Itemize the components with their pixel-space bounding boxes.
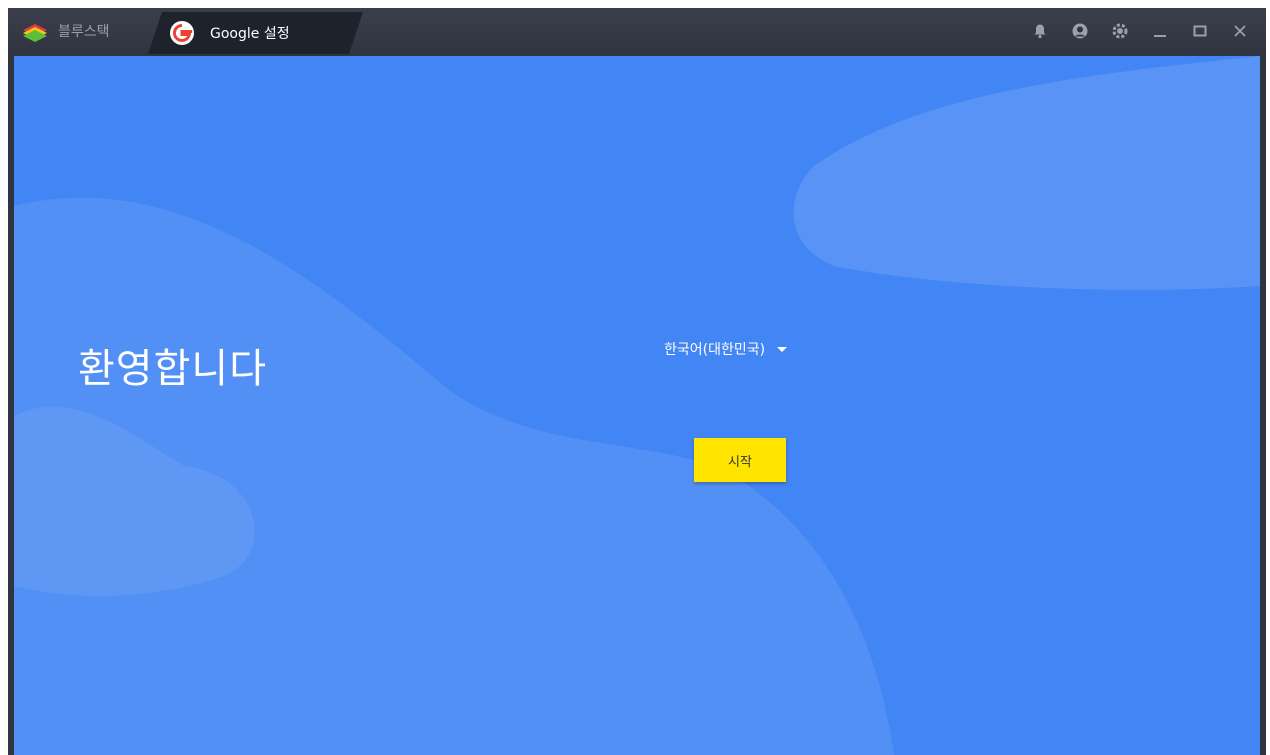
window-controls [1028, 8, 1252, 54]
welcome-heading: 환영합니다 [78, 346, 267, 392]
bluestacks-logo-icon [23, 24, 47, 42]
bluestacks-window: 블루스택 Google 설정 환영합니다 한국어(대한민국) 시작 [8, 8, 1266, 755]
google-setup-screen: 환영합니다 한국어(대한민국) 시작 [14, 56, 1260, 755]
bell-icon[interactable] [1028, 19, 1052, 43]
tab-google-setup[interactable]: Google 설정 [148, 12, 363, 54]
tab-home[interactable]: 블루스택 [8, 8, 158, 54]
gear-icon[interactable] [1108, 19, 1132, 43]
maximize-icon[interactable] [1188, 19, 1212, 43]
start-button[interactable]: 시작 [694, 438, 786, 482]
tab-google-setup-label: Google 설정 [210, 26, 290, 42]
background-decoration [14, 56, 1260, 755]
minimize-icon[interactable] [1148, 19, 1172, 43]
language-dropdown[interactable]: 한국어(대한민국) [664, 339, 788, 359]
title-bar: 블루스택 Google 설정 [8, 8, 1266, 54]
chevron-down-icon [777, 346, 788, 352]
account-icon[interactable] [1068, 19, 1092, 43]
google-g-icon [170, 21, 194, 45]
language-dropdown-value: 한국어(대한민국) [664, 342, 766, 358]
tab-home-label: 블루스택 [58, 24, 110, 40]
close-icon[interactable] [1228, 19, 1252, 43]
